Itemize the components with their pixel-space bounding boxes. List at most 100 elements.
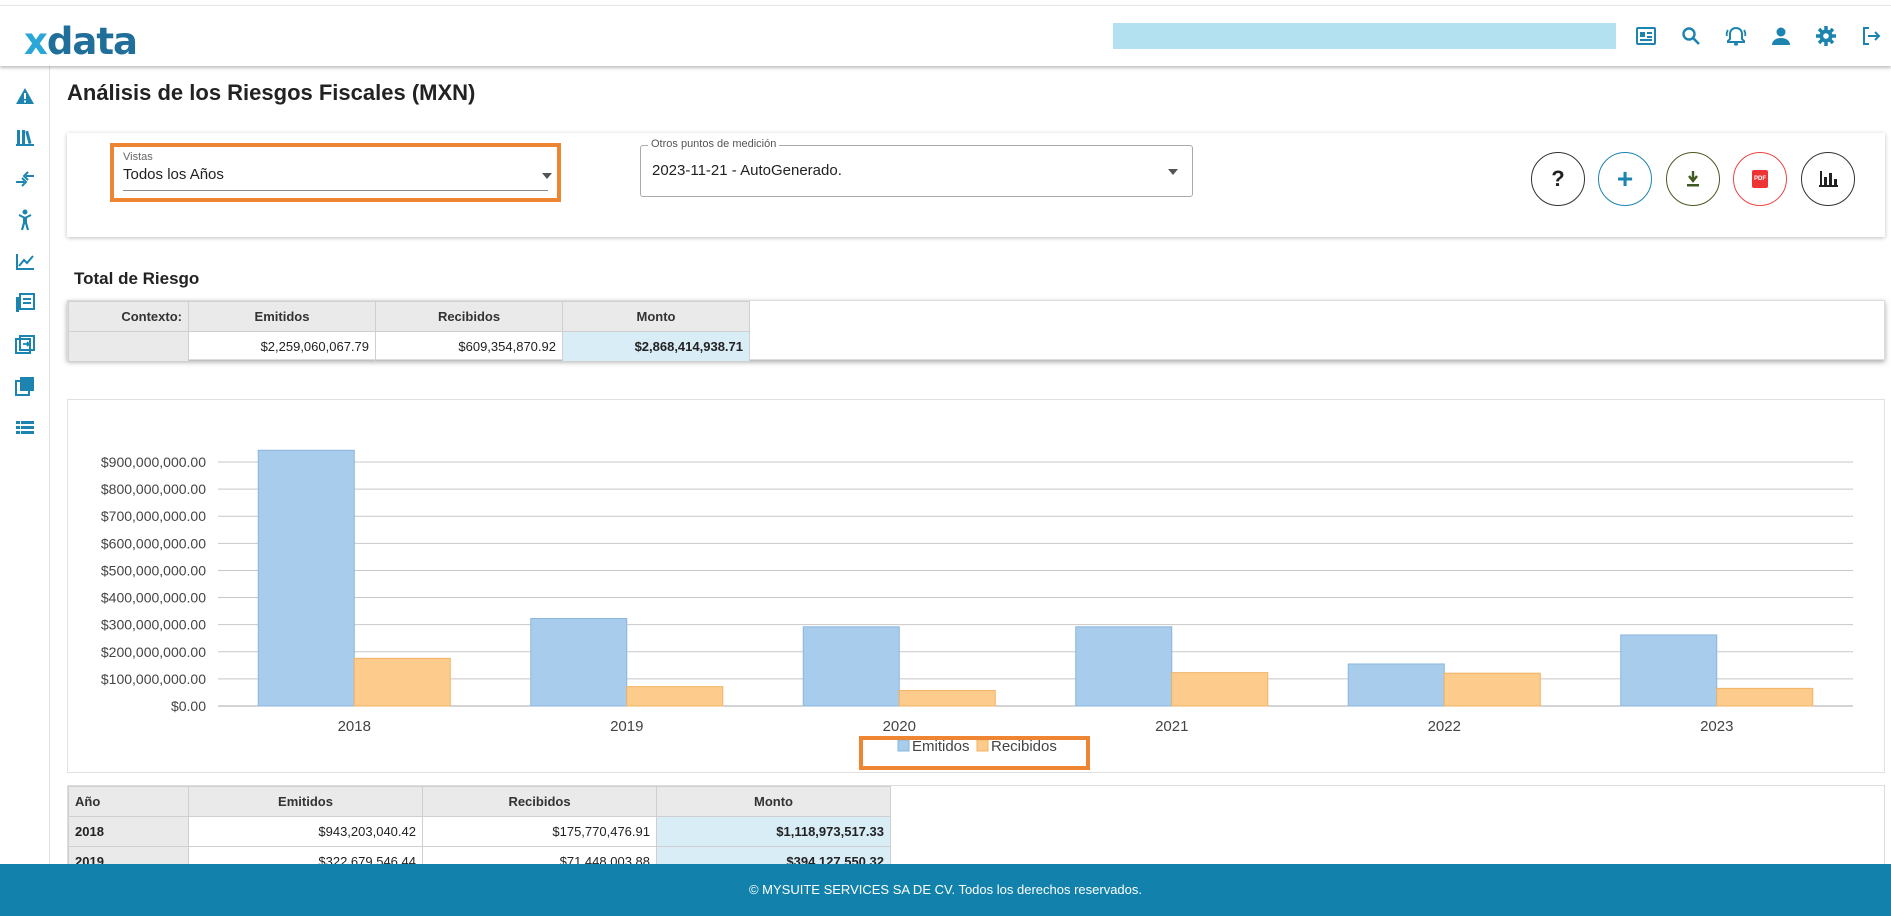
bar-recibidos — [1716, 687, 1814, 707]
chart-panel: $0.00 $100,000,000.00 $200,000,000.00 $300,… — [67, 399, 1885, 773]
app-logo[interactable]: xdata — [24, 20, 138, 63]
y-tick-label: $400,000,000.00 — [101, 590, 206, 606]
bar-emitidos — [257, 449, 355, 707]
y-tick-label: $300,000,000.00 — [101, 617, 206, 633]
footer: © MYSUITE SERVICES SA DE CV. Todos los d… — [0, 864, 1891, 916]
topbar-icons — [1634, 24, 1882, 47]
header-ano: Año — [68, 786, 189, 817]
y-tick-label: $0.00 — [171, 698, 206, 714]
pdf-button[interactable]: PDF — [1733, 152, 1787, 206]
download-button[interactable] — [1666, 152, 1720, 206]
total-table: Contexto: Emitidos Recibidos Monto $2,25… — [68, 301, 750, 362]
header-recibidos: Recibidos — [375, 301, 563, 332]
total-row: $2,259,060,067.79 $609,354,870.92 $2,868… — [68, 331, 750, 362]
y-tick-label: $700,000,000.00 — [101, 508, 206, 524]
header-emitidos: Emitidos — [188, 786, 423, 817]
person-icon[interactable] — [0, 200, 50, 242]
row-year: 2019 — [68, 846, 189, 864]
table-row: 2019 $322,679,546.44 $71,448,003.88 $394… — [68, 846, 891, 864]
bar-emitidos — [530, 618, 628, 707]
y-tick-label: $200,000,000.00 — [101, 644, 206, 660]
row-emitidos: $322,679,546.44 — [188, 846, 423, 864]
header-emitidos: Emitidos — [188, 301, 376, 332]
bar-emitidos — [1075, 626, 1173, 707]
vistas-underline — [123, 190, 548, 191]
global-search-input[interactable] — [1113, 23, 1616, 49]
row-monto: $394,127,550.32 — [656, 846, 891, 864]
vistas-value: Todos los Años — [123, 166, 224, 183]
x-tick-label: 2022 — [1428, 718, 1461, 735]
total-riesgo-title: Total de Riesgo — [74, 269, 200, 288]
top-bar: xdata — [0, 5, 1891, 66]
total-recibidos-cell: $609,354,870.92 — [375, 331, 563, 362]
user-icon[interactable] — [1769, 24, 1792, 47]
compare-arrows-icon[interactable] — [0, 158, 50, 200]
y-tick-label: $600,000,000.00 — [101, 535, 206, 551]
otros-puntos-select[interactable]: Otros puntos de medición 2023-11-21 - Au… — [640, 138, 1193, 197]
chart-button[interactable] — [1801, 152, 1855, 206]
newspaper-icon[interactable] — [1634, 24, 1657, 47]
total-contexto-cell — [68, 331, 189, 362]
page-title: Análisis de los Riesgos Fiscales (MXN) — [67, 80, 476, 105]
transfer-icon[interactable] — [0, 324, 50, 366]
yearly-header-row: Año Emitidos Recibidos Monto — [68, 786, 891, 817]
total-emitidos-cell: $2,259,060,067.79 — [188, 331, 376, 362]
library-icon[interactable] — [0, 117, 50, 159]
row-monto: $1,118,973,517.33 — [656, 816, 891, 847]
header-monto: Monto — [562, 301, 750, 332]
x-tick-label: 2019 — [610, 718, 643, 735]
sidebar — [0, 66, 50, 864]
help-button[interactable]: ? — [1531, 152, 1585, 206]
table-row: 2018 $943,203,040.42 $175,770,476.91 $1,… — [68, 816, 891, 847]
bar-emitidos — [1347, 663, 1445, 707]
x-tick-label: 2020 — [883, 718, 916, 735]
row-year: 2018 — [68, 816, 189, 847]
pdf-icon: PDF — [1752, 170, 1768, 188]
x-tick-label: 2018 — [338, 718, 371, 735]
x-tick-label: 2023 — [1700, 718, 1733, 735]
search-icon[interactable] — [1679, 24, 1702, 47]
filter-panel: Vistas Todos los Años Otros puntos de me… — [67, 133, 1885, 237]
line-chart-icon[interactable] — [0, 241, 50, 283]
yearly-table: Año Emitidos Recibidos Monto 2018 $943,2… — [68, 786, 891, 864]
bar-chart: $0.00 $100,000,000.00 $200,000,000.00 $300,… — [101, 449, 1853, 755]
bar-chart-icon — [1819, 171, 1838, 187]
header-recibidos: Recibidos — [422, 786, 657, 817]
download-icon — [1687, 171, 1699, 187]
otros-puntos-label: Otros puntos de medición — [648, 138, 780, 150]
chevron-down-icon — [1168, 169, 1178, 175]
vistas-label: Vistas — [123, 151, 153, 163]
logout-icon[interactable] — [1859, 24, 1882, 47]
row-emitidos: $943,203,040.42 — [188, 816, 423, 847]
header-contexto: Contexto: — [68, 301, 189, 332]
bar-emitidos — [802, 626, 900, 707]
y-tick-label: $500,000,000.00 — [101, 562, 206, 578]
row-recibidos: $175,770,476.91 — [422, 816, 657, 847]
row-recibidos: $71,448,003.88 — [422, 846, 657, 864]
copy-icon[interactable] — [0, 366, 50, 408]
gear-icon[interactable] — [1814, 24, 1837, 47]
y-tick-label: $800,000,000.00 — [101, 481, 206, 497]
total-monto-cell: $2,868,414,938.71 — [562, 331, 750, 362]
bar-recibidos — [1443, 672, 1541, 707]
alarm-bell-icon[interactable] — [1724, 24, 1747, 47]
chevron-down-icon — [542, 173, 552, 179]
bar-recibidos — [353, 657, 451, 707]
yearly-data-table: Año Emitidos Recibidos Monto 2018 $943,2… — [67, 785, 1885, 865]
x-tick-label: 2021 — [1155, 718, 1188, 735]
header-monto: Monto — [656, 786, 891, 817]
vistas-select[interactable]: Vistas Todos los Años — [110, 143, 561, 202]
total-header-row: Contexto: Emitidos Recibidos Monto — [68, 301, 750, 332]
warning-icon[interactable] — [0, 75, 50, 117]
bar-recibidos — [898, 690, 996, 707]
document-list-icon[interactable] — [0, 283, 50, 325]
bar-emitidos — [1620, 634, 1718, 707]
total-riesgo-table: Contexto: Emitidos Recibidos Monto $2,25… — [67, 300, 1885, 362]
y-tick-label: $900,000,000.00 — [101, 454, 206, 470]
bar-recibidos — [1171, 672, 1269, 707]
add-button[interactable]: + — [1598, 152, 1652, 206]
list-icon[interactable] — [0, 407, 50, 449]
bar-recibidos — [626, 686, 724, 707]
legend-highlight — [859, 736, 1090, 770]
y-tick-label: $100,000,000.00 — [101, 671, 206, 687]
